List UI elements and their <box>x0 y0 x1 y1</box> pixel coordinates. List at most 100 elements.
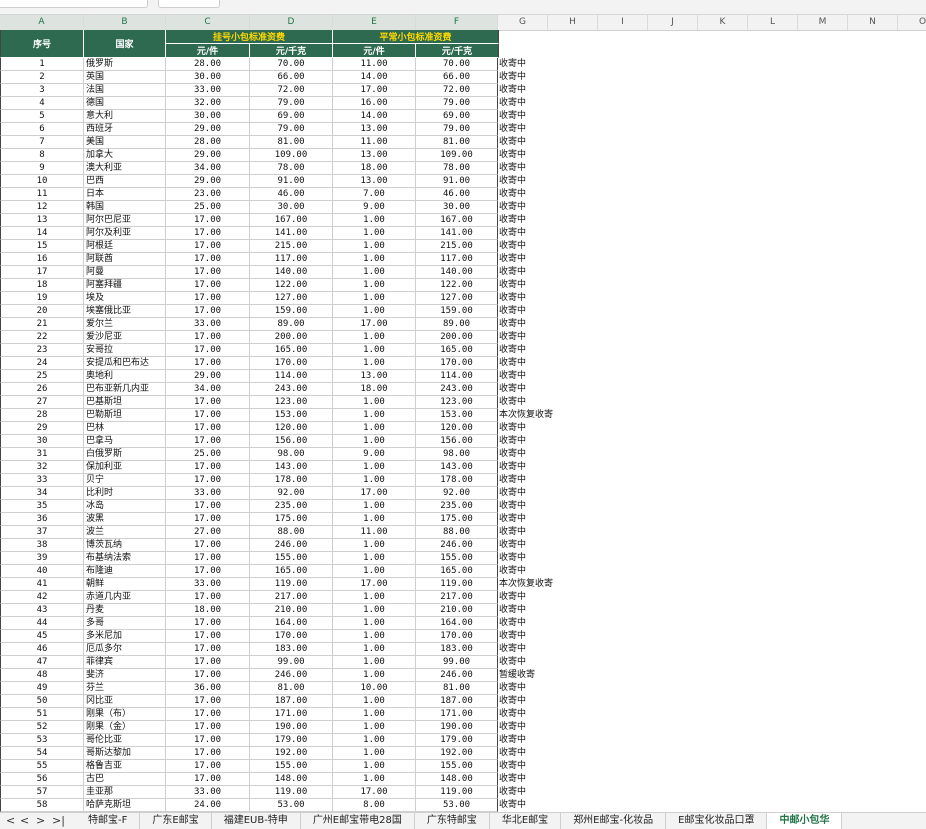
ord-piece-cell[interactable]: 1.00 <box>333 591 416 604</box>
status-cell[interactable]: 收寄中 <box>499 331 619 344</box>
ord-piece-cell[interactable]: 1.00 <box>333 643 416 656</box>
reg-piece-cell[interactable]: 29.00 <box>166 123 250 136</box>
status-cell[interactable]: 收寄中 <box>499 682 619 695</box>
country-cell[interactable]: 美国 <box>84 136 166 149</box>
ord-kg-cell[interactable]: 109.00 <box>416 149 498 162</box>
status-cell[interactable]: 收寄中 <box>499 162 619 175</box>
ord-piece-cell[interactable]: 13.00 <box>333 149 416 162</box>
ord-piece-cell[interactable]: 14.00 <box>333 71 416 84</box>
reg-piece-cell[interactable]: 29.00 <box>166 370 250 383</box>
ord-kg-cell[interactable]: 156.00 <box>416 435 498 448</box>
reg-piece-cell[interactable]: 30.00 <box>166 110 250 123</box>
reg-kg-cell[interactable]: 143.00 <box>250 461 333 474</box>
reg-kg-cell[interactable]: 171.00 <box>250 708 333 721</box>
column-header-h[interactable]: H <box>548 15 598 30</box>
seq-cell[interactable]: 17 <box>0 266 84 279</box>
sheet-tab[interactable]: 华北E邮宝 <box>490 813 562 829</box>
status-cell[interactable]: 收寄中 <box>499 123 619 136</box>
seq-cell[interactable]: 21 <box>0 318 84 331</box>
reg-piece-cell[interactable]: 33.00 <box>166 786 250 799</box>
status-cell[interactable]: 收寄中 <box>499 474 619 487</box>
country-cell[interactable]: 安提瓜和巴布达 <box>84 357 166 370</box>
ord-kg-cell[interactable]: 99.00 <box>416 656 498 669</box>
seq-cell[interactable]: 29 <box>0 422 84 435</box>
reg-kg-cell[interactable]: 140.00 <box>250 266 333 279</box>
reg-kg-cell[interactable]: 79.00 <box>250 97 333 110</box>
reg-piece-cell[interactable]: 33.00 <box>166 318 250 331</box>
ord-kg-cell[interactable]: 167.00 <box>416 214 498 227</box>
ord-kg-cell[interactable]: 70.00 <box>416 58 498 71</box>
seq-cell[interactable]: 42 <box>0 591 84 604</box>
column-header-m[interactable]: M <box>798 15 848 30</box>
status-cell[interactable]: 收寄中 <box>499 240 619 253</box>
reg-kg-cell[interactable]: 159.00 <box>250 305 333 318</box>
country-cell[interactable]: 巴西 <box>84 175 166 188</box>
seq-cell[interactable]: 45 <box>0 630 84 643</box>
seq-cell[interactable]: 58 <box>0 799 84 812</box>
column-header-g[interactable]: G <box>498 15 548 30</box>
country-cell[interactable]: 多哥 <box>84 617 166 630</box>
seq-cell[interactable]: 57 <box>0 786 84 799</box>
reg-kg-cell[interactable]: 127.00 <box>250 292 333 305</box>
ord-piece-cell[interactable]: 11.00 <box>333 526 416 539</box>
status-cell[interactable]: 收寄中 <box>499 149 619 162</box>
reg-kg-cell[interactable]: 92.00 <box>250 487 333 500</box>
reg-kg-cell[interactable]: 98.00 <box>250 448 333 461</box>
country-cell[interactable]: 刚果（金） <box>84 721 166 734</box>
ord-piece-cell[interactable]: 17.00 <box>333 487 416 500</box>
country-cell[interactable]: 刚果（布） <box>84 708 166 721</box>
status-cell[interactable]: 收寄中 <box>499 188 619 201</box>
reg-kg-cell[interactable]: 217.00 <box>250 591 333 604</box>
seq-cell[interactable]: 27 <box>0 396 84 409</box>
status-cell[interactable]: 本次恢复收寄 <box>499 578 619 591</box>
country-cell[interactable]: 博茨瓦纳 <box>84 539 166 552</box>
ord-kg-cell[interactable]: 123.00 <box>416 396 498 409</box>
seq-cell[interactable]: 22 <box>0 331 84 344</box>
reg-kg-cell[interactable]: 81.00 <box>250 136 333 149</box>
status-cell[interactable]: 收寄中 <box>499 500 619 513</box>
reg-kg-cell[interactable]: 89.00 <box>250 318 333 331</box>
country-cell[interactable]: 白俄罗斯 <box>84 448 166 461</box>
reg-kg-cell[interactable]: 167.00 <box>250 214 333 227</box>
seq-cell[interactable]: 33 <box>0 474 84 487</box>
ord-piece-cell[interactable]: 13.00 <box>333 123 416 136</box>
status-cell[interactable]: 收寄中 <box>499 513 619 526</box>
reg-piece-cell[interactable]: 17.00 <box>166 773 250 786</box>
status-cell[interactable]: 收寄中 <box>499 604 619 617</box>
reg-piece-cell[interactable]: 17.00 <box>166 643 250 656</box>
reg-piece-cell[interactable]: 17.00 <box>166 669 250 682</box>
column-header-e[interactable]: E <box>333 15 416 30</box>
ord-piece-cell[interactable]: 1.00 <box>333 227 416 240</box>
status-cell[interactable]: 收寄中 <box>499 617 619 630</box>
reg-kg-cell[interactable]: 165.00 <box>250 565 333 578</box>
status-cell[interactable]: 收寄中 <box>499 383 619 396</box>
ord-kg-cell[interactable]: 114.00 <box>416 370 498 383</box>
ord-kg-cell[interactable]: 148.00 <box>416 773 498 786</box>
status-cell[interactable]: 收寄中 <box>499 552 619 565</box>
reg-piece-cell[interactable]: 17.00 <box>166 357 250 370</box>
ord-piece-cell[interactable]: 10.00 <box>333 682 416 695</box>
country-cell[interactable]: 厄瓜多尔 <box>84 643 166 656</box>
ord-piece-cell[interactable]: 18.00 <box>333 162 416 175</box>
ord-piece-cell[interactable]: 1.00 <box>333 357 416 370</box>
sheet-tab[interactable]: 中邮小包华 <box>767 813 843 829</box>
country-cell[interactable]: 阿联酋 <box>84 253 166 266</box>
country-cell[interactable]: 圭亚那 <box>84 786 166 799</box>
reg-kg-cell[interactable]: 164.00 <box>250 617 333 630</box>
seq-cell[interactable]: 18 <box>0 279 84 292</box>
reg-kg-cell[interactable]: 91.00 <box>250 175 333 188</box>
seq-cell[interactable]: 12 <box>0 201 84 214</box>
reg-kg-cell[interactable]: 175.00 <box>250 513 333 526</box>
reg-kg-cell[interactable]: 178.00 <box>250 474 333 487</box>
seq-cell[interactable]: 24 <box>0 357 84 370</box>
ord-piece-cell[interactable]: 18.00 <box>333 383 416 396</box>
reg-piece-cell[interactable]: 30.00 <box>166 71 250 84</box>
reg-piece-cell[interactable]: 23.00 <box>166 188 250 201</box>
reg-piece-cell[interactable]: 17.00 <box>166 266 250 279</box>
reg-kg-cell[interactable]: 246.00 <box>250 669 333 682</box>
reg-piece-cell[interactable]: 17.00 <box>166 279 250 292</box>
country-cell[interactable]: 格鲁吉亚 <box>84 760 166 773</box>
country-cell[interactable]: 哥伦比亚 <box>84 734 166 747</box>
toolbar-control[interactable] <box>158 0 220 8</box>
reg-kg-cell[interactable]: 141.00 <box>250 227 333 240</box>
